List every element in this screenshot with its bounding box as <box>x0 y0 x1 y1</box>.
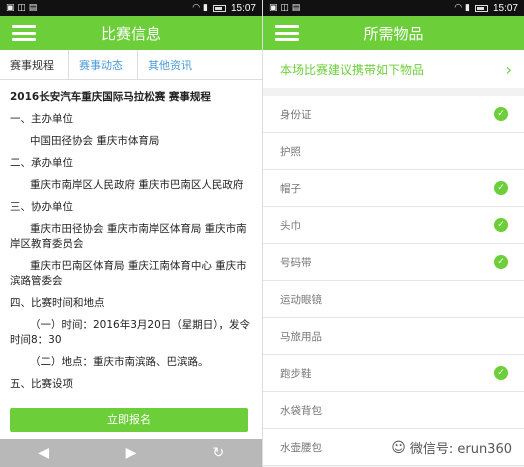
document-title: 2016长安汽车重庆国际马拉松赛 赛事规程 <box>10 91 211 103</box>
menu-icon[interactable] <box>12 25 36 41</box>
item-row[interactable]: 号码带 ✓ <box>263 244 524 281</box>
check-icon: ✓ <box>494 255 508 269</box>
browser-nav-bar: ◀ ▶ ↻ <box>0 439 262 467</box>
recommendation-text: 本场比赛建议携带如下物品 <box>280 62 425 77</box>
page-title: 比赛信息 <box>100 24 161 43</box>
item-label: 水袋背包 <box>280 404 322 417</box>
item-label: 身份证 <box>280 108 312 121</box>
document-line: （二）地点：重庆市南滨路、巴滨路。 <box>30 356 209 368</box>
tab-rules[interactable]: 赛事规程 <box>0 50 69 79</box>
document-line: 重庆市南岸区人民政府 重庆市巴南区人民政府 <box>30 179 244 191</box>
tab-news[interactable]: 赛事动态 <box>69 50 138 79</box>
check-icon: ✓ <box>494 366 508 380</box>
item-label: 马旅用品 <box>280 330 322 343</box>
item-row[interactable]: 跑步鞋 ✓ <box>263 355 524 392</box>
battery-icon <box>474 4 488 12</box>
rules-document[interactable]: 2016长安汽车重庆国际马拉松赛 赛事规程 一、主办单位中国田径协会 重庆市体育… <box>0 80 262 418</box>
items-list: 身份证 ✓ 护照帽子 ✓ 头巾 ✓ 号码带 ✓ 运动眼镜马旅用品跑步鞋 ✓ 水袋背包水壶腰包 <box>263 96 524 466</box>
item-row[interactable]: 身份证 ✓ <box>263 96 524 133</box>
watermark-text: 微信号: erun360 <box>409 442 512 457</box>
app-header: 所需物品 <box>263 16 524 50</box>
item-label: 号码带 <box>280 256 312 269</box>
document-line: 三、协办单位 <box>10 201 73 213</box>
notification-icons: ▣ ◫ ▤ <box>6 3 38 13</box>
item-row[interactable]: 马旅用品 <box>263 318 524 355</box>
check-icon: ✓ <box>494 181 508 195</box>
check-icon: ✓ <box>494 107 508 121</box>
document-line: 四、比赛时间和地点 <box>10 297 105 309</box>
notification-icons: ▣ ◫ ▤ <box>269 3 301 13</box>
item-label: 帽子 <box>280 182 301 195</box>
item-label: 头巾 <box>280 219 301 232</box>
document-line: 二、承办单位 <box>10 157 73 169</box>
document-line: 重庆市田径协会 重庆市南岸区体育局 重庆市南岸区教育委员会 <box>10 223 247 250</box>
document-line: 五、比赛设项 <box>10 378 73 390</box>
status-bar: ▣ ◫ ▤ ◠ ▮ 15:07 <box>263 0 524 16</box>
document-line: 重庆市巴南区体育局 重庆江南体育中心 重庆市滨路管委会 <box>10 260 247 287</box>
item-row[interactable]: 头巾 ✓ <box>263 207 524 244</box>
item-label: 跑步鞋 <box>280 367 312 380</box>
item-row[interactable]: 水袋背包 <box>263 392 524 429</box>
check-icon: ✓ <box>494 218 508 232</box>
tab-bar: 赛事规程 赛事动态 其他资讯 <box>0 50 262 80</box>
back-arrow-icon[interactable]: ◀ <box>24 445 64 461</box>
document-line: 一、主办单位 <box>10 113 73 125</box>
signup-button[interactable]: 立即报名 <box>10 408 248 432</box>
menu-icon[interactable] <box>275 25 299 41</box>
clock: 15:07 <box>492 2 518 14</box>
item-label: 护照 <box>280 145 301 158</box>
required-items-screen: ▣ ◫ ▤ ◠ ▮ 15:07 所需物品 本场比赛建议携带如下物品 › 身份证 ✓… <box>262 0 524 467</box>
item-label: 运动眼镜 <box>280 293 322 306</box>
wechat-watermark: ☺ 微信号: erun360 <box>387 436 516 459</box>
app-header: 比赛信息 <box>0 16 262 50</box>
race-info-screen: ▣ ◫ ▤ ◠ ▮ 15:07 比赛信息 赛事规程 赛事动态 其他资讯 2016… <box>0 0 262 467</box>
item-row[interactable]: 护照 <box>263 133 524 170</box>
clock: 15:07 <box>230 2 256 14</box>
signal-icon: ◠ ▮ <box>192 3 208 13</box>
item-label: 水壶腰包 <box>280 441 322 454</box>
forward-arrow-icon[interactable]: ▶ <box>111 445 151 461</box>
document-line: （一）时间：2016年3月20日（星期日），发令时间8：30 <box>10 319 251 346</box>
document-line: 中国田径协会 重庆市体育局 <box>30 135 160 147</box>
recommendation-row[interactable]: 本场比赛建议携带如下物品 › <box>263 50 524 96</box>
item-row[interactable]: 帽子 ✓ <box>263 170 524 207</box>
battery-icon <box>212 4 226 12</box>
chevron-right-icon: › <box>505 59 512 79</box>
refresh-icon[interactable]: ↻ <box>198 445 238 461</box>
signal-icon: ◠ ▮ <box>454 3 470 13</box>
tab-other-info[interactable]: 其他资讯 <box>138 50 206 79</box>
page-title: 所需物品 <box>363 24 424 43</box>
wechat-logo-icon: ☺ <box>391 439 406 456</box>
status-bar: ▣ ◫ ▤ ◠ ▮ 15:07 <box>0 0 262 16</box>
item-row[interactable]: 运动眼镜 <box>263 281 524 318</box>
